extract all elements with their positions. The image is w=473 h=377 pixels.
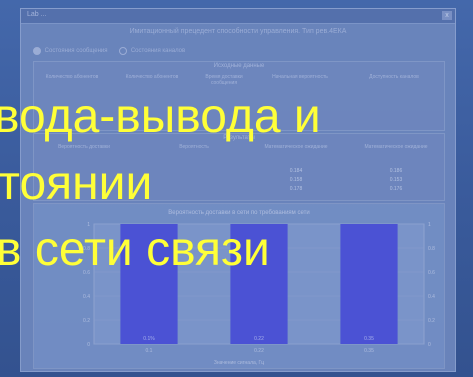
page-title: Имитационный прецедент способности управ…	[129, 28, 347, 35]
y-tick-label-right: 1	[428, 222, 431, 228]
radio-messages-label: Состояния сообщения	[44, 48, 108, 54]
radio-messages[interactable]	[33, 47, 41, 55]
table-cell: 0.178	[289, 186, 303, 192]
y-tick-label: 0	[87, 342, 90, 348]
y-tick-label-right: 0	[428, 342, 431, 348]
y-tick-label-right: 0.6	[428, 270, 435, 276]
x-tick-label: 0.1	[146, 348, 153, 354]
x-tick-label: 0.22	[254, 348, 264, 354]
radio-channels-label: Состояния каналов	[130, 48, 186, 54]
table-cell: 0.158	[289, 177, 303, 183]
x-tick-label: 0.35	[364, 348, 374, 354]
bar	[340, 224, 398, 344]
col-header: Количество абонентов	[45, 74, 99, 80]
bar-label: 0.35	[364, 336, 374, 342]
title-bar: Lab ... x	[21, 9, 455, 24]
overlay-line-1: вода-вывода и	[0, 90, 321, 143]
col-header: Начальная вероятность	[272, 74, 328, 80]
col-header: Время доставки сообщения	[205, 74, 243, 86]
col-header: Доступность каналов	[369, 74, 419, 80]
x-axis-label: Значение сигнала, Гц	[214, 360, 264, 366]
bar-label: 0.22	[254, 336, 264, 342]
table-cell: 0.184	[289, 168, 303, 174]
col-header: Вероятность доставки	[58, 144, 110, 150]
table-cell: 0.186	[389, 168, 403, 174]
col-header: Вероятность	[179, 144, 209, 150]
y-tick-label: 0.2	[83, 318, 90, 324]
y-tick-label-right: 0.8	[428, 246, 435, 252]
bar-label: 0.1%	[143, 336, 155, 342]
table-cell: 0.153	[389, 177, 403, 183]
y-tick-label-right: 0.2	[428, 318, 435, 324]
col-header: Математическое ожидание	[264, 144, 328, 150]
y-tick-label: 0.4	[83, 294, 90, 300]
input-data-title: Исходные данные	[213, 63, 265, 69]
chart-title: Вероятность доставки в сети по требовани…	[168, 210, 309, 216]
overlay-line-3: в сети связи	[0, 223, 270, 276]
col-header: Количество абонентов	[125, 74, 179, 80]
mode-selector: Состояния сообщения Состояния каналов	[33, 47, 195, 59]
table-cell: 0.176	[389, 186, 403, 192]
radio-channels[interactable]	[119, 47, 128, 55]
window-title: Lab ...	[27, 11, 47, 18]
y-tick-label-right: 0.4	[428, 294, 435, 300]
overlay-line-2: тоянии	[0, 157, 153, 210]
col-header: Математическое ожидание	[364, 144, 428, 150]
close-button[interactable]: x	[442, 11, 452, 20]
